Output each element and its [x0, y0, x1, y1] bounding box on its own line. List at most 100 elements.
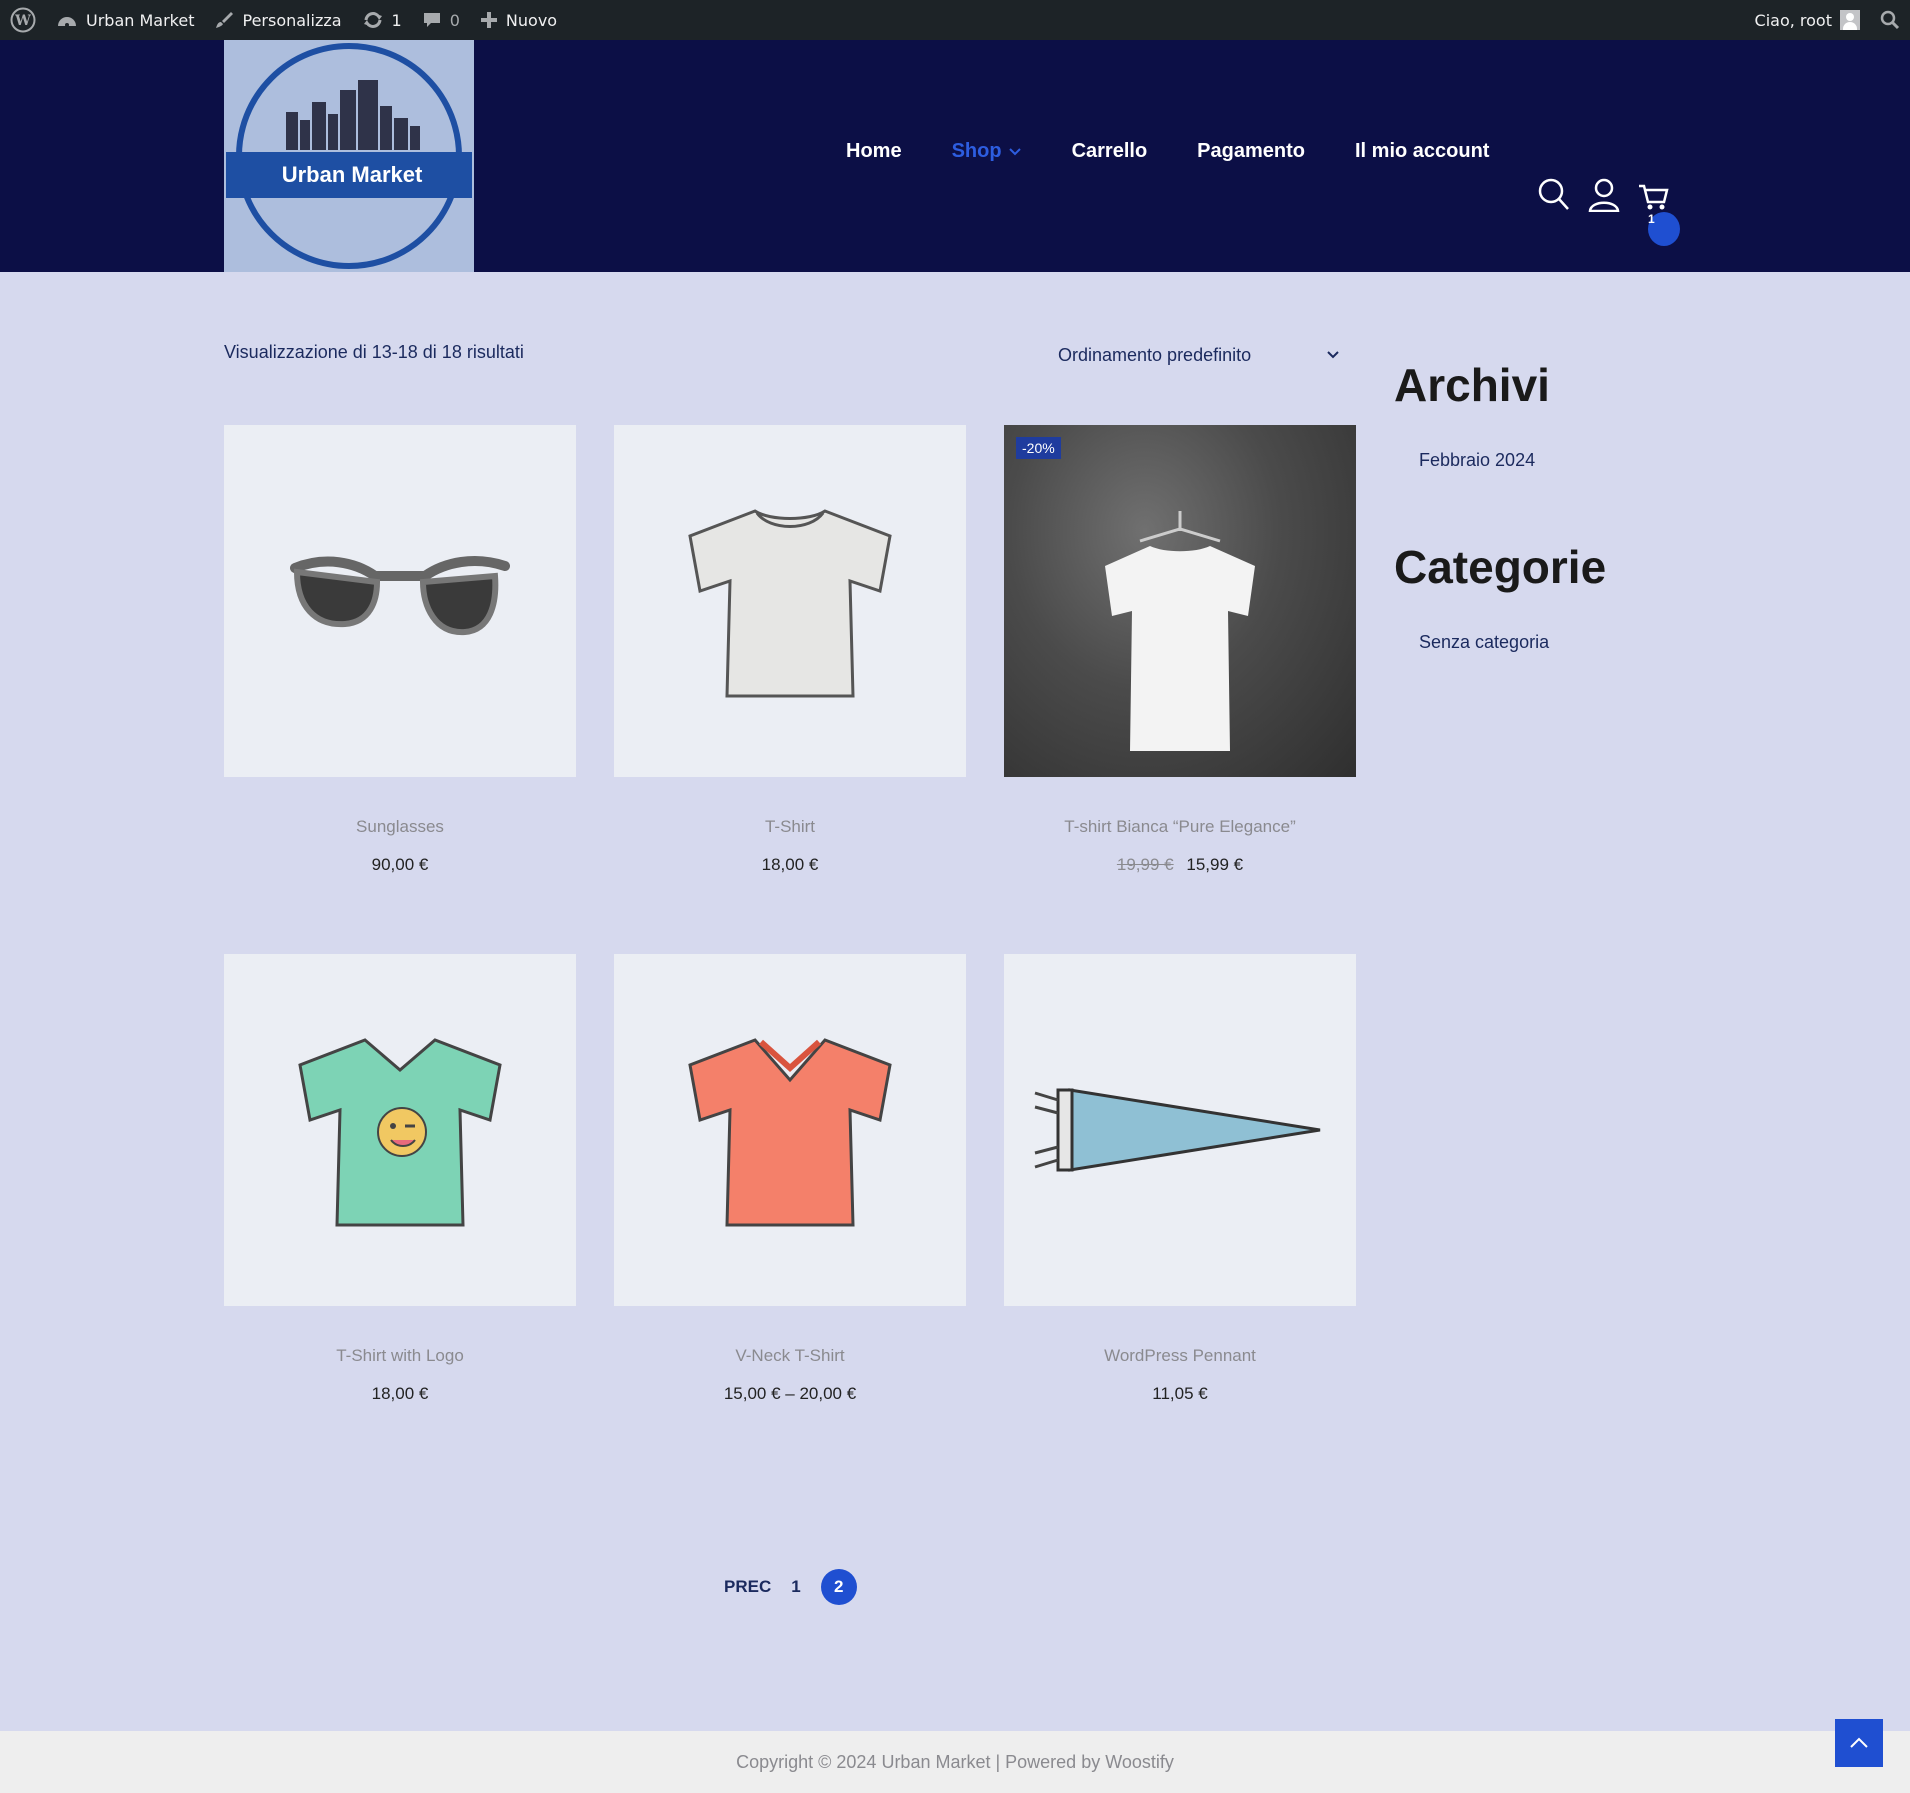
main-navigation: Home Shop Carrello Pagamento Il mio acco…: [846, 140, 1539, 163]
product-price-value: 90,00 €: [371, 855, 429, 874]
nav-cart[interactable]: Carrello: [1072, 140, 1148, 163]
product-image[interactable]: [614, 954, 966, 1306]
category-link[interactable]: Senza categoria: [1419, 632, 1549, 653]
cart-count-badge: 1: [1648, 212, 1680, 246]
site-header: Urban Market Home Shop Carrello Pagament…: [0, 40, 1910, 272]
plus-icon: [480, 12, 497, 28]
vneck-tshirt-image: [688, 1038, 892, 1227]
pennant-image: [1034, 1088, 1321, 1172]
search-icon: [1538, 178, 1569, 210]
product-name[interactable]: T-Shirt with Logo: [224, 1346, 576, 1366]
tshirt-with-logo-image: [298, 1038, 502, 1227]
chevron-up-icon: [1850, 1737, 1868, 1748]
product-price: 18,00 €: [224, 1384, 576, 1404]
product-price-value: 15,00 € – 20,00 €: [723, 1384, 857, 1403]
site-name-label: Urban Market: [86, 10, 195, 30]
result-count: Visualizzazione di 13-18 di 18 risultati: [224, 342, 524, 362]
customize-link[interactable]: Personalizza: [204, 0, 351, 40]
product-name[interactable]: WordPress Pennant: [1004, 1346, 1356, 1366]
product-name[interactable]: Sunglasses: [224, 817, 576, 837]
chevron-down-icon: [1008, 147, 1021, 155]
product-price: 19,99 € 15,99 €: [1004, 855, 1356, 875]
nav-cart-label: Carrello: [1071, 140, 1148, 162]
greeting-label: Ciao, root: [1754, 10, 1832, 30]
product-image[interactable]: [224, 954, 576, 1306]
product-card: T-Shirt 18,00 €: [614, 425, 966, 875]
product-old-price: 19,99 €: [1116, 855, 1174, 874]
header-icons: 1: [1538, 178, 1680, 246]
updates-link[interactable]: 1: [352, 0, 412, 40]
ordering-select[interactable]: Ordinamento predefinito: [1044, 338, 1354, 372]
pagination-current-page: 2: [820, 1569, 857, 1605]
product-card: Sunglasses 90,00 €: [224, 425, 576, 875]
logo-graphic: [226, 43, 472, 269]
product-price-value: 18,00 €: [371, 1384, 429, 1403]
ordering-selected-value: Ordinamento predefinito: [1058, 344, 1252, 365]
tshirt-image: [688, 509, 892, 698]
product-price-value: 11,05 €: [1152, 1384, 1208, 1403]
nav-shop-label: Shop: [951, 140, 1002, 162]
updates-count: 1: [391, 10, 402, 30]
admin-bar: W Urban Market Personalizza 1 0 Nuovo Ci…: [0, 0, 1910, 40]
comments-link[interactable]: 0: [412, 0, 470, 40]
product-image[interactable]: [1004, 954, 1356, 1306]
sale-badge: -20%: [1016, 437, 1061, 459]
archive-link[interactable]: Febbraio 2024: [1419, 450, 1535, 471]
sunglasses-image: [290, 556, 510, 636]
avatar: [1840, 10, 1860, 30]
product-card: WordPress Pennant 11,05 €: [1004, 954, 1356, 1404]
dashboard-icon: [58, 17, 76, 27]
product-price-value: 18,00 €: [761, 855, 819, 874]
new-label: Nuovo: [505, 10, 558, 30]
comment-icon: [423, 13, 440, 27]
comments-count: 0: [449, 10, 460, 30]
product-name[interactable]: V-Neck T-Shirt: [614, 1346, 966, 1366]
product-card: T-Shirt with Logo 18,00 €: [224, 954, 576, 1404]
nav-home[interactable]: Home: [846, 140, 902, 163]
wordpress-icon: W: [10, 7, 36, 33]
product-name[interactable]: T-Shirt: [614, 817, 966, 837]
header-cart-button[interactable]: 1: [1638, 178, 1680, 246]
chevron-down-icon: [1327, 351, 1339, 359]
nav-my-account[interactable]: Il mio account: [1355, 140, 1489, 163]
pagination-prev[interactable]: PREC: [724, 1577, 771, 1597]
nav-checkout[interactable]: Pagamento: [1197, 140, 1305, 163]
product-price-value: 15,99 €: [1186, 855, 1244, 874]
site-footer: Copyright © 2024 Urban Market | Powered …: [0, 1731, 1910, 1793]
product-image[interactable]: [224, 425, 576, 777]
my-account-menu[interactable]: Ciao, root: [1745, 0, 1870, 40]
cart-icon: [1639, 184, 1669, 210]
product-price: 18,00 €: [614, 855, 966, 875]
brush-icon: [216, 12, 234, 28]
product-name[interactable]: T-shirt Bianca “Pure Elegance”: [1004, 817, 1356, 837]
nav-checkout-label: Pagamento: [1197, 140, 1305, 162]
product-price: 15,00 € – 20,00 €: [614, 1384, 966, 1404]
new-content-link[interactable]: Nuovo: [470, 0, 567, 40]
product-card: -20% T-shirt Bianca “Pure Elegance” 19,9…: [1004, 425, 1356, 875]
product-image[interactable]: [614, 425, 966, 777]
nav-home-label: Home: [846, 140, 902, 162]
logo-text: Urban Market: [281, 162, 423, 187]
user-icon: [1588, 178, 1620, 213]
categories-widget-title: Categorie: [1394, 541, 1607, 593]
pagination-page-1[interactable]: 1: [791, 1577, 800, 1597]
archives-widget-title: Archivi: [1394, 359, 1550, 411]
pagination: PREC 1 2: [724, 1569, 857, 1605]
product-price: 90,00 €: [224, 855, 576, 875]
search-icon: [1880, 10, 1900, 30]
copyright-text: Copyright © 2024 Urban Market | Powered …: [736, 1751, 1174, 1772]
nav-my-account-label: Il mio account: [1354, 140, 1490, 162]
admin-search-button[interactable]: [1870, 0, 1910, 40]
wordpress-logo-menu[interactable]: W: [0, 0, 46, 40]
header-search-button[interactable]: [1538, 178, 1570, 212]
site-name-menu[interactable]: Urban Market: [46, 0, 204, 40]
product-price: 11,05 €: [1004, 1384, 1356, 1404]
customize-label: Personalizza: [242, 10, 342, 30]
product-image[interactable]: -20%: [1004, 425, 1356, 777]
header-account-button[interactable]: [1588, 178, 1620, 213]
product-card: V-Neck T-Shirt 15,00 € – 20,00 €: [614, 954, 966, 1404]
nav-shop[interactable]: Shop: [952, 140, 1022, 163]
site-logo[interactable]: Urban Market: [224, 40, 474, 272]
svg-text:W: W: [14, 13, 31, 29]
scroll-to-top-button[interactable]: [1835, 1719, 1883, 1767]
